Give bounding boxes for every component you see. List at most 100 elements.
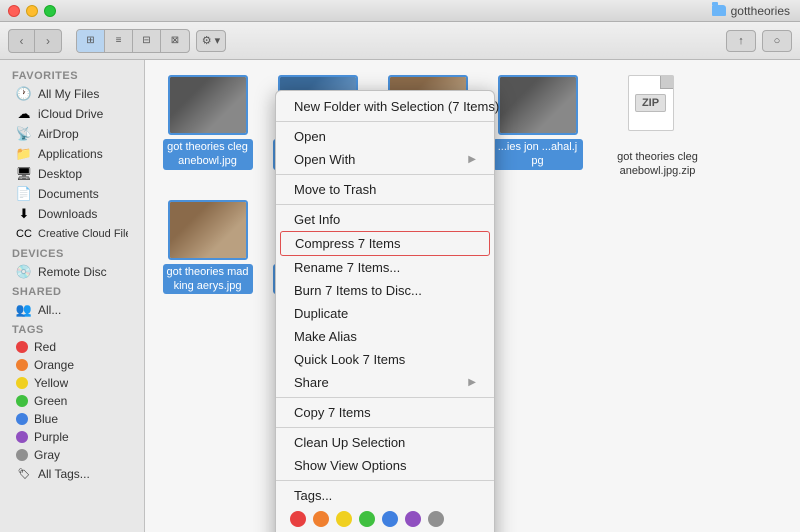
cm-item-label: Get Info [294,212,340,227]
cm-make-alias[interactable]: Make Alias [276,325,494,348]
cm-item-label: Tags... [294,488,332,503]
sidebar-item-tag-purple[interactable]: Purple [4,428,140,446]
color-dot-gray[interactable] [428,511,444,527]
toolbar: ‹ › ⊞ ≡ ⊟ ⊠ ⚙ ▾ ↑ ○ [0,22,800,60]
tags-header: Tags [0,320,144,338]
file-label-zip: got theories cleganebowl.jpg.zip [613,149,703,180]
cm-get-info[interactable]: Get Info [276,208,494,231]
cm-item-label: Move to Trash [294,182,376,197]
cm-clean-up[interactable]: Clean Up Selection [276,431,494,454]
view-icon-button[interactable]: ⊞ [77,30,105,52]
sidebar-item-downloads[interactable]: ⬇ Downloads [4,204,140,224]
sidebar-item-tag-green[interactable]: Green [4,392,140,410]
color-dot-blue[interactable] [382,511,398,527]
view-list-button[interactable]: ≡ [105,30,133,52]
cm-item-label: Share [294,375,329,390]
back-button[interactable]: ‹ [9,30,35,52]
cm-duplicate[interactable]: Duplicate [276,302,494,325]
sidebar-item-tag-orange[interactable]: Orange [4,356,140,374]
title-text: gottheories [731,4,790,18]
tag-dot-yellow [16,377,28,389]
cm-separator-2 [276,174,494,175]
file-item-zip[interactable]: ZIP got theories cleganebowl.jpg.zip [610,75,705,180]
minimize-button[interactable] [26,5,38,17]
shared-icon: 👥 [16,302,32,318]
sidebar-item-tag-gray[interactable]: Gray [4,446,140,464]
cm-quick-look[interactable]: Quick Look 7 Items [276,348,494,371]
sidebar-item-icloud-drive[interactable]: ☁ iCloud Drive [4,104,140,124]
sidebar-item-label: Green [34,394,67,408]
sidebar-item-label: Orange [34,358,74,372]
view-columns-button[interactable]: ⊟ [133,30,161,52]
file-item-5[interactable]: got theories mad king aerys.jpg [160,200,255,295]
forward-button[interactable]: › [35,30,61,52]
cm-copy[interactable]: Copy 7 Items [276,401,494,424]
sidebar-item-tag-blue[interactable]: Blue [4,410,140,428]
share-button[interactable]: ↑ [726,30,756,52]
file-thumb-5 [168,200,248,260]
cm-item-label: Clean Up Selection [294,435,405,450]
sidebar-item-desktop[interactable]: 🖥 Desktop [4,164,140,184]
desktop-icon: 🖥 [16,166,32,182]
tag-dot-purple [16,431,28,443]
sidebar-item-documents[interactable]: 📄 Documents [4,184,140,204]
cm-item-label: New Folder with Selection (7 Items) [294,99,499,114]
cm-separator-1 [276,121,494,122]
file-thumb-4 [498,75,578,135]
submenu-arrow-icon: ▶ [468,377,476,388]
cm-burn[interactable]: Burn 7 Items to Disc... [276,279,494,302]
sidebar-item-tag-red[interactable]: Red [4,338,140,356]
sidebar-item-all-tags[interactable]: 🏷 All Tags... [4,464,140,484]
sidebar-item-label: Desktop [38,167,82,181]
sidebar-item-all-shared[interactable]: 👥 All... [4,300,140,320]
file-item-1[interactable]: got theories cleganebowl.jpg [160,75,255,180]
file-label-4: ...ies jon ...ahal.jpg [493,139,583,170]
maximize-button[interactable] [44,5,56,17]
cm-move-trash[interactable]: Move to Trash [276,178,494,201]
sidebar-item-all-my-files[interactable]: 🕐 All My Files [4,84,140,104]
color-dot-red[interactable] [290,511,306,527]
disc-icon: 💿 [16,264,32,280]
cm-color-row [276,507,494,531]
zip-thumb: ZIP [628,75,688,145]
sidebar-item-applications[interactable]: 📁 Applications [4,144,140,164]
sidebar-item-airdrop[interactable]: 📡 AirDrop [4,124,140,144]
sidebar-item-tag-yellow[interactable]: Yellow [4,374,140,392]
cm-item-label: Burn 7 Items to Disc... [294,283,422,298]
cm-separator-3 [276,204,494,205]
cm-item-label: Copy 7 Items [294,405,371,420]
tag-button[interactable]: ○ [762,30,792,52]
view-coverflow-button[interactable]: ⊠ [161,30,189,52]
sidebar-item-label: Remote Disc [38,265,107,279]
color-dot-yellow[interactable] [336,511,352,527]
devices-header: Devices [0,244,144,262]
cm-new-folder[interactable]: New Folder with Selection (7 Items) [276,95,494,118]
documents-icon: 📄 [16,186,32,202]
cm-separator-6 [276,480,494,481]
tag-dot-blue [16,413,28,425]
cm-view-options[interactable]: Show View Options [276,454,494,477]
color-dot-green[interactable] [359,511,375,527]
cm-open-with[interactable]: Open With ▶ [276,148,494,171]
cm-rename[interactable]: Rename 7 Items... [276,256,494,279]
cm-item-label: Quick Look 7 Items [294,352,405,367]
favorites-header: Favorites [0,66,144,84]
color-dot-purple[interactable] [405,511,421,527]
cloud-icon: ☁ [16,106,32,122]
sidebar-item-remote-disc[interactable]: 💿 Remote Disc [4,262,140,282]
image-preview-5 [170,202,246,258]
downloads-icon: ⬇ [16,206,32,222]
submenu-arrow-icon: ▶ [468,154,476,165]
file-item-4[interactable]: ...ies jon ...ahal.jpg [490,75,585,180]
cm-tags[interactable]: Tags... [276,484,494,507]
cm-open[interactable]: Open [276,125,494,148]
sidebar-item-label: Red [34,340,56,354]
sidebar-item-creative-cloud[interactable]: CC Creative Cloud Files [4,224,140,244]
cm-compress[interactable]: Compress 7 Items [280,231,490,256]
sidebar-item-label: Yellow [34,376,68,390]
close-button[interactable] [8,5,20,17]
action-button[interactable]: ⚙ ▾ [196,30,226,52]
sidebar-item-label: All My Files [38,87,99,101]
color-dot-orange[interactable] [313,511,329,527]
cm-share[interactable]: Share ▶ [276,371,494,394]
